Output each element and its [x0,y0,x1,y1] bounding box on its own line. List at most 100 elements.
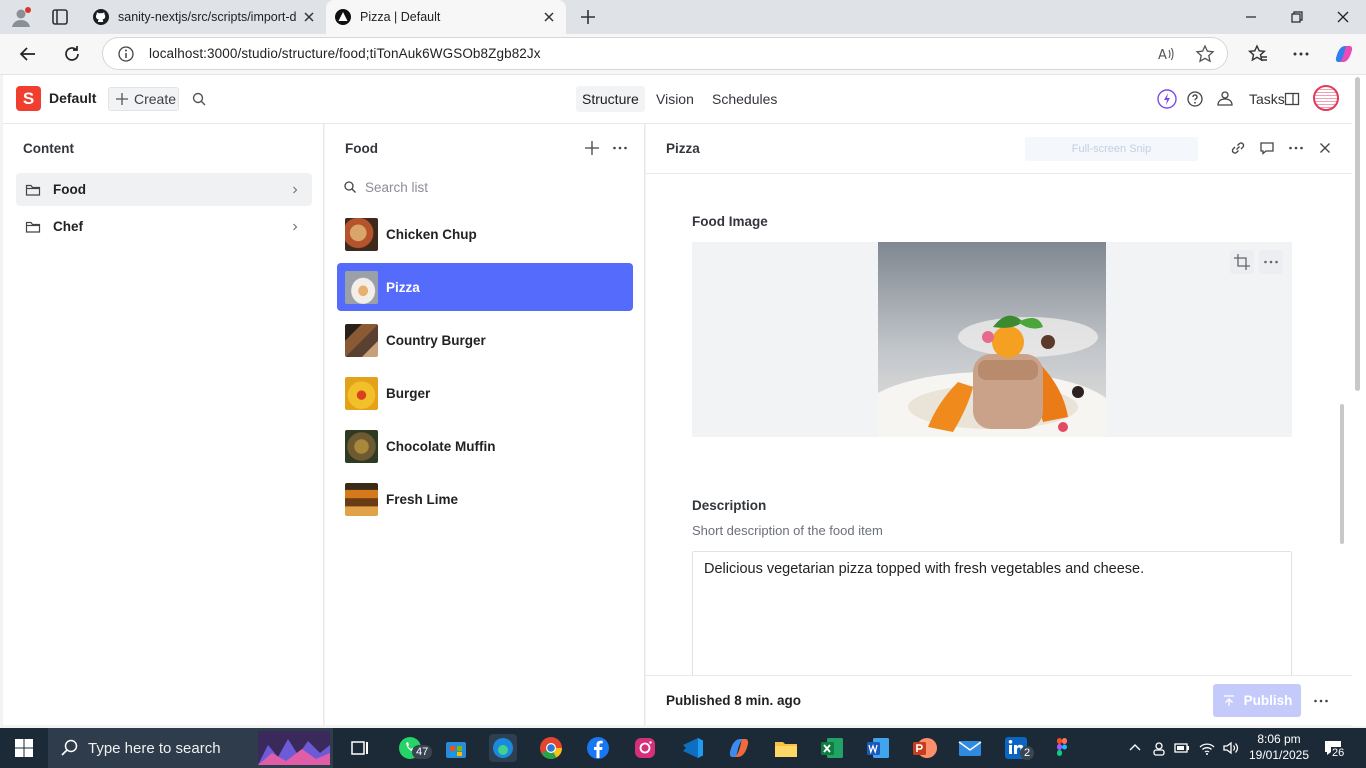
list-item-fresh-lime[interactable]: Fresh Lime [337,475,633,523]
mail-icon[interactable] [956,734,984,762]
workspace-name[interactable]: Default [49,90,96,106]
favorites-icon[interactable] [1247,43,1269,65]
plus-icon [115,92,129,106]
site-info-icon[interactable] [117,45,135,63]
sanity-logo[interactable]: S [16,86,41,111]
task-view-icon[interactable] [346,734,374,762]
refresh-icon[interactable] [61,43,83,65]
link-icon[interactable] [1229,139,1247,157]
taskbar-clock[interactable]: 8:06 pm 19/01/2025 [1248,731,1310,763]
list-item-label: Fresh Lime [386,491,459,507]
tab-pizza-active[interactable]: Pizza | Default [326,0,566,34]
search-icon [60,738,80,758]
list-item-country-burger[interactable]: Country Burger [337,316,633,364]
pane-title: Food [345,141,378,156]
content-item-label: Food [53,182,86,197]
content-item-food[interactable]: Food [16,173,312,206]
document-title: Pizza [666,141,700,156]
list-item-chicken-chup[interactable]: Chicken Chup [337,210,633,258]
read-aloud-icon[interactable]: A [1156,44,1176,64]
more-options-icon[interactable] [1287,139,1305,157]
more-menu-icon[interactable] [1290,43,1312,65]
microsoft-store-icon[interactable] [442,734,470,762]
user-avatar[interactable] [1313,85,1339,111]
close-pane-icon[interactable] [1316,139,1334,157]
help-icon[interactable] [1185,89,1205,109]
instagram-icon[interactable] [631,734,659,762]
chevron-up-icon[interactable] [1126,739,1144,757]
word-icon[interactable] [864,734,892,762]
image-field[interactable] [692,242,1292,437]
browser-tab-strip: sanity-nextjs/src/scripts/import-d Pizza… [0,0,1366,34]
copilot-app-icon[interactable] [725,734,753,762]
search-icon[interactable] [191,91,207,107]
food-thumbnail [345,482,378,516]
vscode-icon[interactable] [678,734,706,762]
folder-icon [25,219,41,235]
close-tab-icon[interactable] [300,8,318,26]
wifi-icon[interactable] [1198,739,1216,757]
image-more-icon[interactable] [1259,250,1283,274]
status-prefix: Published [666,693,731,708]
footer-more-icon[interactable] [1312,692,1330,710]
figma-icon[interactable] [1048,734,1076,762]
tab-vision[interactable]: Vision [650,86,700,112]
url-field[interactable]: localhost:3000/studio/structure/food;tiT… [102,37,1228,70]
favorite-star-icon[interactable] [1195,44,1215,64]
chrome-icon[interactable] [537,734,565,762]
community-icon[interactable] [1215,89,1235,109]
windows-start-icon[interactable] [14,738,34,758]
minimize-icon[interactable] [1240,6,1262,28]
facebook-icon[interactable] [584,734,612,762]
powerpoint-icon[interactable] [910,734,938,762]
close-window-icon[interactable] [1332,6,1354,28]
food-thumbnail [345,323,378,357]
tab-structure[interactable]: Structure [576,86,645,112]
people-icon[interactable] [1150,739,1168,757]
back-icon[interactable] [17,43,39,65]
list-item-label: Burger [386,385,431,401]
excel-icon[interactable] [818,734,846,762]
content-item-chef[interactable]: Chef [16,210,312,243]
list-item-chocolate-muffin[interactable]: Chocolate Muffin [337,422,633,470]
chevron-right-icon [290,222,300,232]
tab-github[interactable]: sanity-nextjs/src/scripts/import-d [84,0,326,34]
search-list-input[interactable] [365,177,615,197]
description-textarea[interactable]: Delicious vegetarian pizza topped with f… [692,551,1292,681]
publish-icon [1222,694,1236,708]
presence-bolt-icon[interactable] [1157,89,1177,109]
crop-icon[interactable] [1230,250,1254,274]
food-thumbnail [345,376,378,410]
list-item-burger[interactable]: Burger [337,369,633,417]
page-scrollbar[interactable] [1352,75,1366,726]
tab-schedules[interactable]: Schedules [706,86,783,112]
panel-toggle-icon[interactable] [1283,90,1303,110]
snip-overlay: Full-screen Snip [1025,137,1198,161]
list-item-label: Pizza [386,279,420,295]
add-document-icon[interactable] [583,139,601,157]
document-scrollbar[interactable] [1340,404,1344,544]
comment-icon[interactable] [1258,139,1276,157]
new-tab-icon[interactable] [577,6,599,28]
list-item-pizza[interactable]: Pizza [337,263,633,311]
volume-icon[interactable] [1221,739,1239,757]
tasks-button[interactable]: Tasks [1249,91,1285,107]
status-time: 8 min. ago [734,693,802,708]
publish-button[interactable]: Publish [1213,684,1301,717]
restore-icon[interactable] [1286,6,1308,28]
linkedin-badge: 2 [1020,746,1035,760]
create-button[interactable]: Create [108,87,179,111]
copilot-icon[interactable] [1332,42,1356,66]
close-tab-icon[interactable] [540,8,558,26]
more-options-icon[interactable] [611,139,629,157]
clock-time: 8:06 pm [1257,732,1301,746]
profile-icon[interactable] [10,6,32,28]
tab-actions-icon[interactable] [50,7,70,27]
document-pane: Pizza Full-screen Snip Food Image Descri… [646,124,1352,725]
food-thumbnail [345,270,378,304]
description-label: Description [692,498,767,513]
taskbar-search[interactable]: Type here to search [48,728,333,768]
edge-icon[interactable] [489,734,517,762]
file-explorer-icon[interactable] [772,734,800,762]
battery-icon[interactable] [1173,739,1191,757]
